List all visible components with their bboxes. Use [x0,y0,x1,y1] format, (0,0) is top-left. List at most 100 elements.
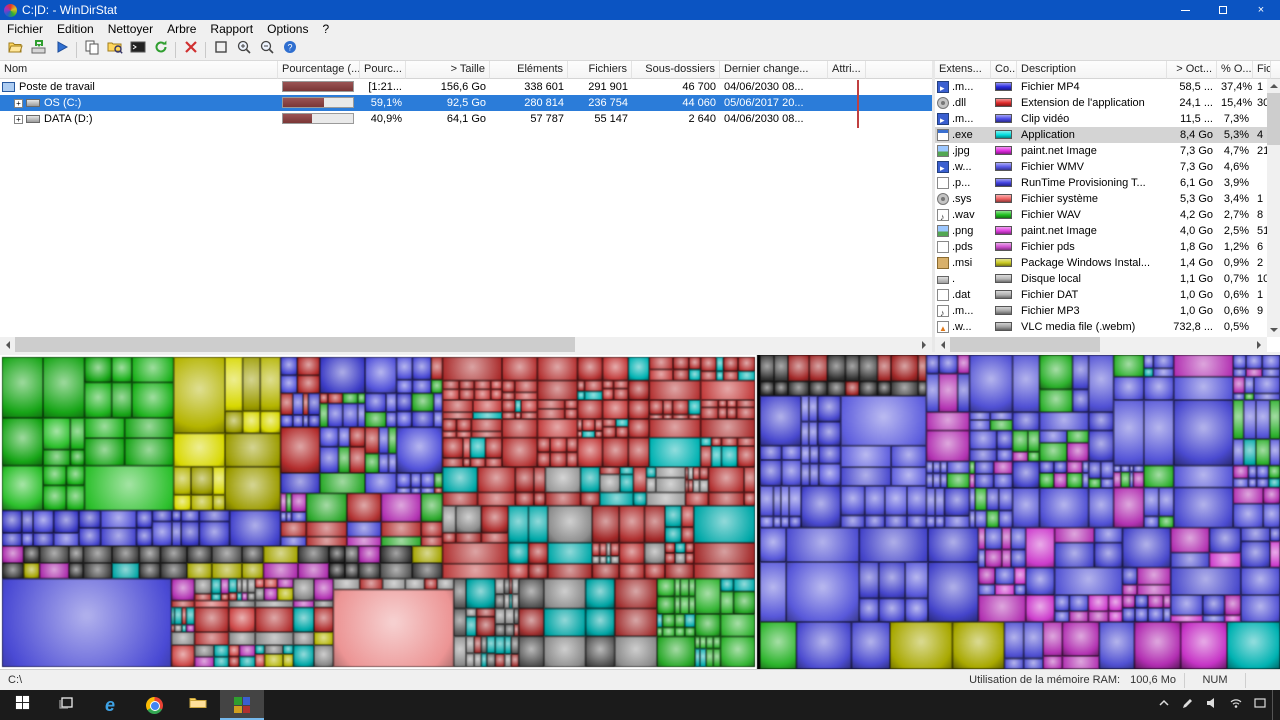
action-center-button[interactable] [1248,690,1272,720]
expand-plus-icon[interactable]: + [14,98,23,108]
app-file-icon [937,129,949,141]
tree-column-header[interactable]: Nom [0,61,278,79]
refresh-all-button[interactable] [27,40,50,60]
tree-column-header[interactable]: Eléments [490,61,568,79]
ext-row-percent: 2,5% [1223,225,1249,237]
ext-row-percent: 5,3% [1223,129,1249,141]
tree-row[interactable]: Poste de travail [1:21... 156,6 Go 338 601 2… [0,79,932,95]
ext-column-header[interactable]: > Oct... [1167,61,1217,79]
ext-row[interactable]: .pds Fichier pds 1,8 Go 1,2% 6 [935,239,1280,255]
menu-item-fichier[interactable]: Fichier [0,20,50,39]
tree-row-size: 92,5 Go [446,97,486,109]
expand-plus-icon[interactable]: + [14,114,23,124]
help-button[interactable]: ? [278,40,301,60]
scroll-left-icon[interactable] [935,337,950,352]
tree-row[interactable]: + DATA (D:) 40,9% 64,1 Go 57 787 55 147 2 640 0… [0,111,932,127]
start-button[interactable] [0,690,44,720]
ext-row[interactable]: .m...Fichier MP31,0 Go0,6%9 [935,303,1280,319]
color-swatch [995,306,1012,315]
ext-row[interactable]: .exeApplication8,4 Go5,3%4 ... [935,127,1280,143]
tree-column-header[interactable]: Sous-dossiers [632,61,720,79]
zoom-in-button[interactable] [232,40,255,60]
refresh-selected-button[interactable] [149,40,172,60]
ext-row-description: Clip vidéo [1021,113,1070,125]
open-console-button[interactable] [126,40,149,60]
tree-column-header[interactable]: Pourcentage (... [278,61,360,79]
ext-row[interactable]: .dll Extension de l'application 24,1 ... 15… [935,95,1280,111]
open-explorer-button[interactable] [103,40,126,60]
ext-row-extension: .dll [935,95,991,111]
treemap-canvas[interactable] [0,355,1280,669]
ext-row[interactable]: .Disque local1,1 Go0,7%10... [935,271,1280,287]
maximize-button[interactable] [1204,0,1242,20]
toolbar-separator [76,41,77,58]
tree-hscrollbar[interactable] [0,337,932,352]
ext-row[interactable]: .p... RunTime Provisioning T... 6,1 Go 3,9% [935,175,1280,191]
minimize-button[interactable] [1166,0,1204,20]
zoom-out-button[interactable] [255,40,278,60]
ext-column-header[interactable]: Extens... [935,61,991,79]
task-view-button[interactable] [44,690,88,720]
delete-button[interactable] [179,40,202,60]
scroll-thumb[interactable] [1267,93,1280,145]
ext-row-extension: .jpg [935,143,991,159]
close-button[interactable]: × [1242,0,1280,20]
tree-row[interactable]: + OS (C:) 59,1% 92,5 Go 280 814 236 754 44 060… [0,95,932,111]
copy-path-button[interactable] [80,40,103,60]
menu-item-edition[interactable]: Edition [50,20,101,39]
menu-item-arbre[interactable]: Arbre [160,20,203,39]
scroll-thumb[interactable] [15,337,575,352]
open-button[interactable] [4,40,27,60]
scroll-thumb[interactable] [950,337,1100,352]
menu-item-?[interactable]: ? [315,20,336,39]
menu-item-nettoyer[interactable]: Nettoyer [101,20,160,39]
explorer-button[interactable] [176,690,220,720]
tree-row-name: + OS (C:) [0,95,278,111]
ext-label: .wav [952,209,975,221]
ext-row[interactable]: .msi Package Windows Instal... 1,4 Go 0,9% 2 [935,255,1280,271]
ext-row[interactable]: .jpgpaint.net Image7,3 Go4,7%21... [935,143,1280,159]
scroll-right-icon[interactable] [917,337,932,352]
show-desktop-button[interactable] [1272,690,1278,720]
ext-hscrollbar[interactable] [935,337,1267,352]
resume-button[interactable] [50,40,73,60]
ext-row[interactable]: .datFichier DAT1,0 Go0,6%1 ... [935,287,1280,303]
scroll-right-icon[interactable] [1252,337,1267,352]
scroll-down-icon[interactable] [1267,324,1280,337]
tray-chevron-button[interactable] [1152,690,1176,720]
tree-column-header[interactable]: Fichiers [568,61,632,79]
edge-button[interactable]: e [88,690,132,720]
ext-vscrollbar[interactable] [1267,79,1280,337]
tree-column-header[interactable]: Attri... [828,61,866,79]
ext-row-percent: 15,4% [1221,97,1253,109]
windirstat-button[interactable] [220,690,264,720]
ext-row-description: Fichier WAV [1021,209,1081,221]
menu-item-options[interactable]: Options [260,20,315,39]
scroll-up-icon[interactable] [1267,79,1280,92]
ext-row[interactable]: .m... Clip vidéo 11,5 ... 7,3% [935,111,1280,127]
scroll-left-icon[interactable] [0,337,15,352]
tree-column-header[interactable]: > Taille [406,61,490,79]
network-button[interactable] [1224,690,1248,720]
ext-row[interactable]: .sysFichier système5,3 Go3,4%1 ... [935,191,1280,207]
ext-row[interactable]: .wavFichier WAV4,2 Go2,7%8 [935,207,1280,223]
tree-column-header[interactable]: Dernier change... [720,61,828,79]
tree-row-size: 156,6 Go [440,81,486,93]
ext-row[interactable]: .w... VLC media file (.webm) 732,8 ... 0,5% [935,319,1280,335]
tree-column-header[interactable]: Pourc... [360,61,406,79]
ext-row[interactable]: .m...Fichier MP458,5 ...37,4%1 ... [935,79,1280,95]
ext-body: .m...Fichier MP458,5 ...37,4%1 ....dllEx… [935,79,1280,337]
ext-column-header[interactable]: Description [1017,61,1167,79]
treemap-select-button[interactable] [209,40,232,60]
ext-row[interactable]: .w... Fichier WMV 7,3 Go 4,6% [935,159,1280,175]
speaker-button[interactable] [1200,690,1224,720]
ext-column-header[interactable]: Co... [991,61,1017,79]
chrome-button[interactable] [132,690,176,720]
pen-button[interactable] [1176,690,1200,720]
ext-row[interactable]: .pngpaint.net Image4,0 Go2,5%51... [935,223,1280,239]
ext-column-header[interactable]: Fic... [1253,61,1271,79]
ext-label: .m... [952,113,974,125]
menu-item-rapport[interactable]: Rapport [203,20,260,39]
gear-file-icon [937,193,949,205]
ext-column-header[interactable]: % O... [1217,61,1253,79]
